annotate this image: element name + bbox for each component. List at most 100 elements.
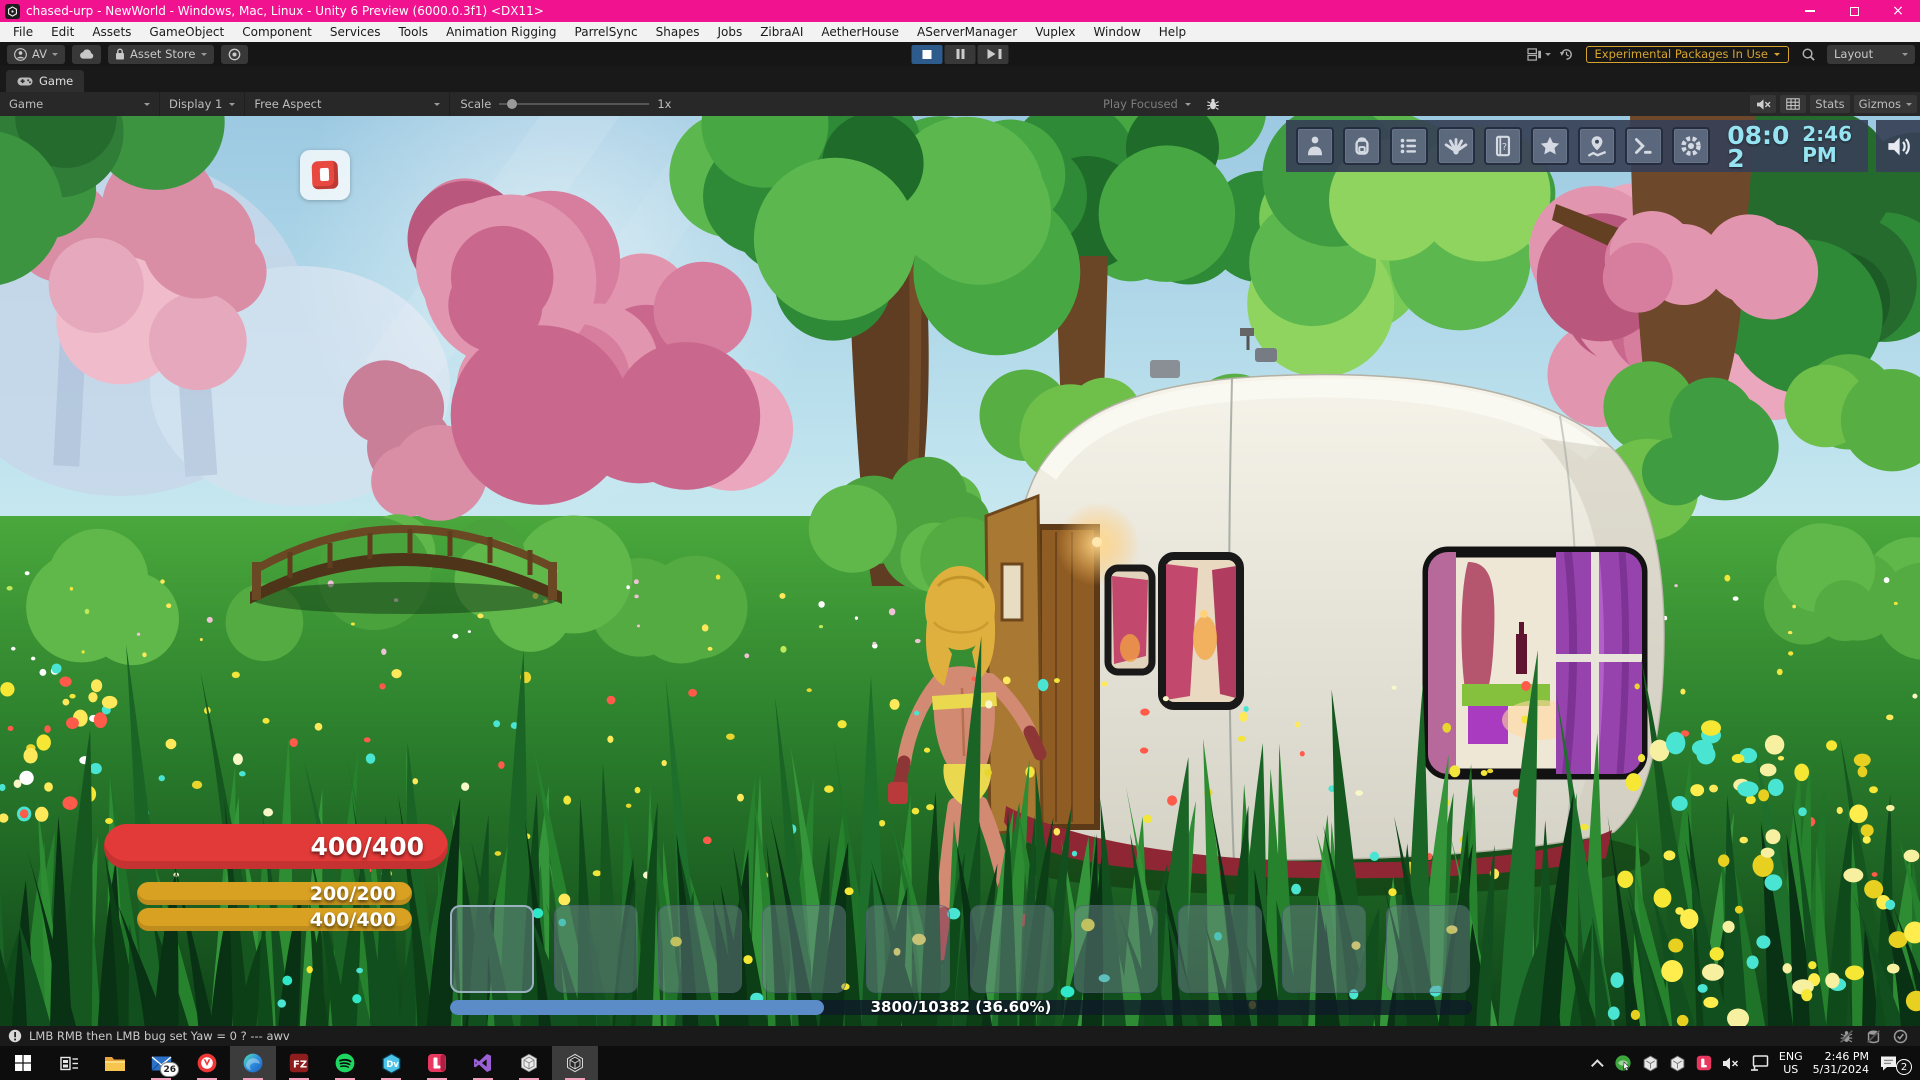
menu-edit[interactable]: Edit xyxy=(42,25,83,39)
menu-component[interactable]: Component xyxy=(233,25,321,39)
edge-button[interactable] xyxy=(230,1046,276,1080)
volume-muted-tray-icon[interactable] xyxy=(1722,1056,1740,1071)
menu-shapes[interactable]: Shapes xyxy=(647,25,709,39)
minimize-button[interactable] xyxy=(1788,0,1832,22)
menu-zibraai[interactable]: ZibraAI xyxy=(751,25,812,39)
lmstudio-button[interactable] xyxy=(414,1046,460,1080)
xp-text: 3800/10382 (36.60%) xyxy=(450,998,1472,1016)
gpu-tray-icon[interactable] xyxy=(1614,1054,1632,1072)
hotbar-slot-5[interactable] xyxy=(866,905,950,993)
menu-help[interactable]: Help xyxy=(1150,25,1195,39)
filezilla-button[interactable]: FZ xyxy=(276,1046,322,1080)
network-tray-icon[interactable] xyxy=(1750,1055,1769,1071)
hud-character-button[interactable] xyxy=(1296,127,1334,165)
cloud-button[interactable] xyxy=(72,45,101,64)
view-dropdown[interactable]: Game xyxy=(0,92,160,116)
search-button[interactable] xyxy=(1797,45,1820,64)
status-message[interactable]: LMB RMB then LMB bug set Yaw = 0 ? --- a… xyxy=(29,1029,290,1043)
notification-center-button[interactable]: 2 xyxy=(1879,1051,1912,1075)
menu-tools[interactable]: Tools xyxy=(390,25,438,39)
hud-quests-button[interactable] xyxy=(1390,127,1428,165)
layout-dropdown[interactable]: Layout xyxy=(1827,45,1915,64)
scale-slider[interactable] xyxy=(499,103,649,105)
cache-disabled-icon[interactable] xyxy=(1866,1029,1881,1044)
windows-taskbar: 26 FZ Dv xyxy=(0,1046,1920,1080)
close-button[interactable]: × xyxy=(1876,0,1920,22)
visual-studio-button[interactable] xyxy=(460,1046,506,1080)
scale-slider-knob[interactable] xyxy=(507,99,517,109)
hud-map-button[interactable] xyxy=(1578,127,1616,165)
hotbar-slot-2[interactable] xyxy=(554,905,638,993)
hud-tribe-button[interactable] xyxy=(1437,127,1475,165)
overlay-app-button[interactable] xyxy=(300,150,350,200)
record-button[interactable] xyxy=(221,45,248,64)
davinci-button[interactable]: Dv xyxy=(368,1046,414,1080)
grid-button[interactable] xyxy=(1780,95,1806,113)
menu-aetherhouse[interactable]: AetherHouse xyxy=(812,25,908,39)
maximize-button[interactable] xyxy=(1832,0,1876,22)
gamepad-icon xyxy=(17,76,33,87)
clock-date[interactable]: 2:46 PM 5/31/2024 xyxy=(1813,1050,1869,1076)
menu-aservermanager[interactable]: AServerManager xyxy=(908,25,1026,39)
quests-icon xyxy=(1396,133,1422,159)
mail-badge: 26 xyxy=(160,1062,179,1077)
gizmos-dropdown[interactable]: Gizmos xyxy=(1854,95,1917,113)
hud-settings-button[interactable] xyxy=(1672,127,1710,165)
unity-hub-button[interactable] xyxy=(506,1046,552,1080)
hotbar-slot-3[interactable] xyxy=(658,905,742,993)
menu-window[interactable]: Window xyxy=(1084,25,1149,39)
unity-editor-button[interactable] xyxy=(552,1046,598,1080)
lmstudio-tray-icon[interactable] xyxy=(1696,1055,1712,1071)
debugger-disabled-icon[interactable] xyxy=(1839,1029,1854,1044)
language-indicator[interactable]: ENG US xyxy=(1779,1050,1803,1076)
mail-button[interactable]: 26 xyxy=(138,1046,184,1080)
experimental-packages-dropdown[interactable]: Experimental Packages In Use xyxy=(1586,46,1789,63)
tray-expand-chevron-icon[interactable] xyxy=(1591,1059,1604,1072)
grid-icon xyxy=(1786,98,1800,110)
aspect-dropdown[interactable]: Free Aspect xyxy=(245,92,450,116)
vivaldi-button[interactable] xyxy=(184,1046,230,1080)
stats-toggle[interactable]: Stats xyxy=(1810,95,1849,113)
menu-gameobject[interactable]: GameObject xyxy=(140,25,233,39)
account-button[interactable]: AV xyxy=(7,45,65,64)
undo-history-button[interactable] xyxy=(1555,45,1578,64)
panels-button[interactable] xyxy=(1523,45,1555,64)
hotbar-slot-7[interactable] xyxy=(1074,905,1158,993)
hotbar-slot-9[interactable] xyxy=(1282,905,1366,993)
hotbar-slot-10[interactable] xyxy=(1386,905,1470,993)
hud-console-button[interactable] xyxy=(1625,127,1663,165)
hotbar-slot-8[interactable] xyxy=(1178,905,1262,993)
tab-game[interactable]: Game xyxy=(6,70,84,92)
asset-store-button[interactable]: Asset Store xyxy=(108,45,214,64)
menu-bar: FileEditAssetsGameObjectComponentService… xyxy=(0,22,1920,42)
menu-file[interactable]: File xyxy=(4,25,42,39)
menu-services[interactable]: Services xyxy=(321,25,390,39)
hud-skills-button[interactable] xyxy=(1531,127,1569,165)
hotbar-slot-6[interactable] xyxy=(970,905,1054,993)
progress-check-icon[interactable] xyxy=(1893,1029,1908,1044)
unity-tray-icon[interactable] xyxy=(1642,1055,1659,1072)
menu-parrelsync[interactable]: ParrelSync xyxy=(566,25,647,39)
menu-animation-rigging[interactable]: Animation Rigging xyxy=(437,25,565,39)
task-view-button[interactable] xyxy=(46,1046,92,1080)
hud-backpack-button[interactable] xyxy=(1343,127,1381,165)
hotbar-slot-4[interactable] xyxy=(762,905,846,993)
hud-journal-button[interactable] xyxy=(1484,127,1522,165)
menu-jobs[interactable]: Jobs xyxy=(708,25,751,39)
menu-assets[interactable]: Assets xyxy=(83,25,140,39)
file-explorer-button[interactable] xyxy=(92,1046,138,1080)
step-button[interactable] xyxy=(978,45,1009,64)
start-button[interactable] xyxy=(0,1046,46,1080)
minimize-icon xyxy=(1805,10,1815,12)
menu-vuplex[interactable]: Vuplex xyxy=(1026,25,1084,39)
unity-tray-icon[interactable] xyxy=(1669,1055,1686,1072)
spotify-button[interactable] xyxy=(322,1046,368,1080)
display-dropdown[interactable]: Display 1 xyxy=(160,92,245,116)
hotbar-slot-1[interactable] xyxy=(450,905,534,993)
stamina-value: 200/200 xyxy=(310,883,396,905)
play-stop-button[interactable] xyxy=(912,45,943,64)
hud-sound-button[interactable] xyxy=(1876,120,1920,172)
pause-button[interactable] xyxy=(945,45,976,64)
mute-audio-button[interactable] xyxy=(1750,95,1776,113)
play-focused-dropdown[interactable]: Play Focused xyxy=(1103,97,1220,111)
